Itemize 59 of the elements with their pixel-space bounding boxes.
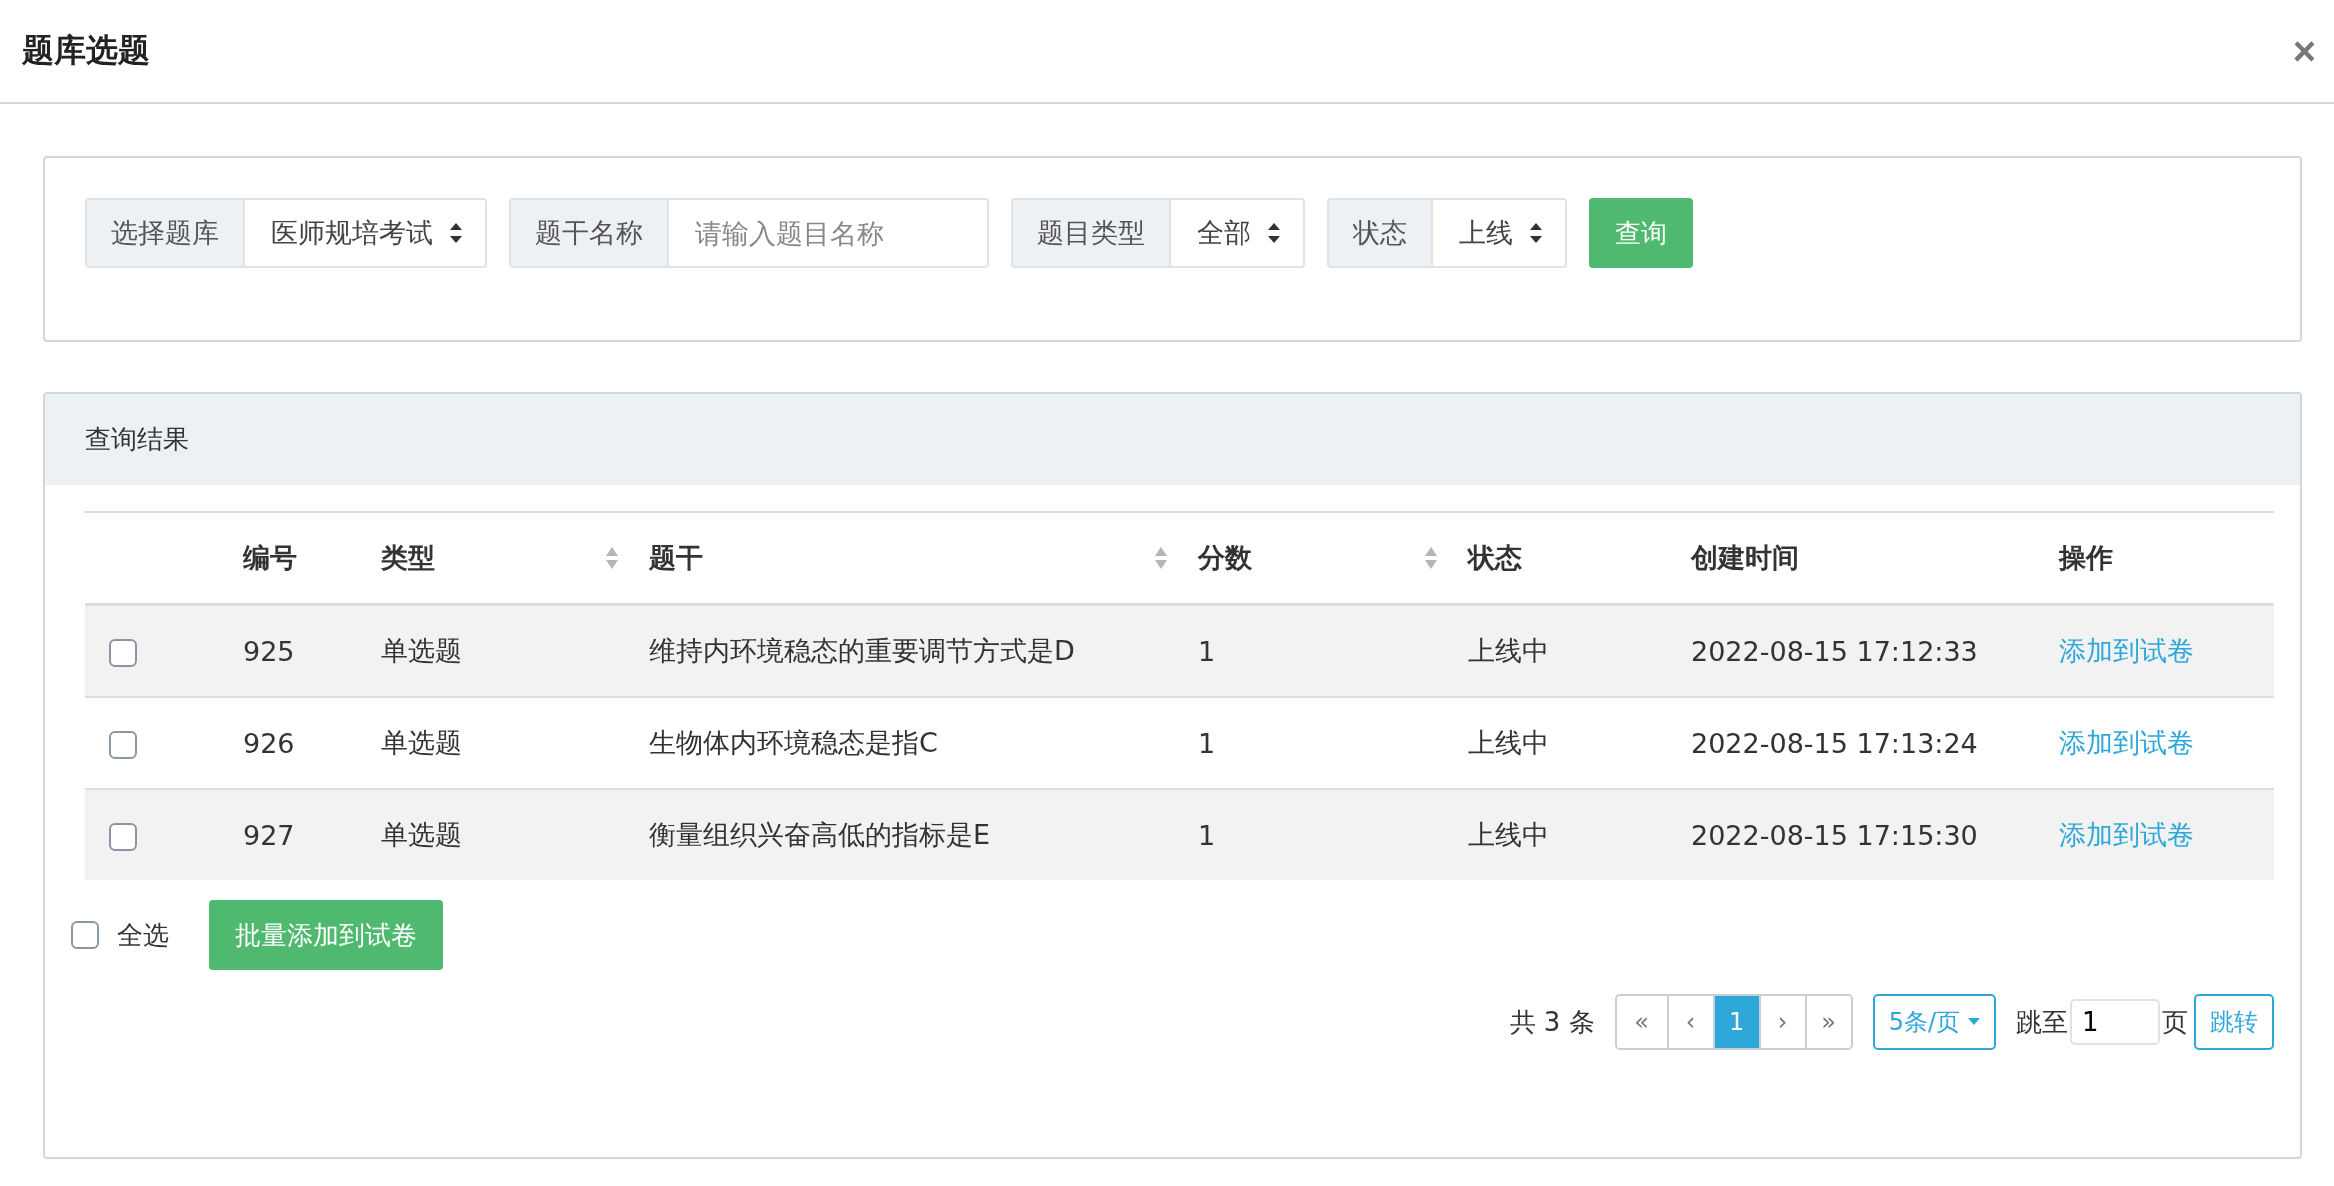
select-all-checkbox[interactable] xyxy=(71,921,99,949)
table-cell: 927 xyxy=(243,819,295,851)
close-button[interactable]: × xyxy=(2292,31,2316,71)
sort-caret-icon xyxy=(449,222,463,244)
column-header: 操作 xyxy=(2059,541,2113,575)
sort-icon[interactable] xyxy=(1424,546,1438,570)
column-header: 创建时间 xyxy=(1691,541,1799,575)
table-cell: 1 xyxy=(1198,819,1216,851)
sort-icon[interactable] xyxy=(605,546,619,570)
jump-button[interactable]: 跳转 xyxy=(2194,994,2274,1050)
table-cell: 1 xyxy=(1198,727,1216,759)
row-checkbox[interactable] xyxy=(109,822,137,851)
query-button[interactable]: 查询 xyxy=(1589,198,1693,268)
caret-icon xyxy=(1968,1018,1980,1026)
table-cell: 单选题 xyxy=(381,635,462,666)
select-field[interactable]: 全部 xyxy=(1171,198,1305,268)
page-input[interactable]: 1 xyxy=(2070,999,2160,1045)
column-header[interactable]: 分数 xyxy=(1198,540,1252,576)
column-header: 状态 xyxy=(1468,541,1522,575)
table-cell: 生物体内环境稳态是指C xyxy=(649,727,938,758)
batch-add-button[interactable]: 批量添加到试卷 xyxy=(209,900,443,970)
table-cell: 925 xyxy=(243,635,295,667)
table-cell: 926 xyxy=(243,727,295,759)
table-cell: 单选题 xyxy=(381,727,462,758)
input-field[interactable]: 请输入题目名称 xyxy=(669,198,989,268)
table-cell: 衡量组织兴奋高低的指标是E xyxy=(649,819,991,850)
sort-caret-icon xyxy=(1529,222,1543,244)
page-button[interactable]: » xyxy=(1804,996,1851,1048)
panel-title: 查询结果 xyxy=(85,423,189,456)
column-header: 编号 xyxy=(243,541,297,575)
total-count: 共 3 条 xyxy=(1509,1005,1595,1039)
column-header[interactable]: 类型 xyxy=(381,540,435,576)
select-all-label: 全选 xyxy=(117,918,169,952)
dialog-title: 题库选题 xyxy=(22,30,150,71)
sort-caret-icon xyxy=(1267,222,1281,244)
page-button[interactable]: 1 xyxy=(1712,996,1759,1048)
add-to-paper-link[interactable]: 添加到试卷 xyxy=(2059,727,2194,758)
table-cell: 上线中 xyxy=(1468,635,1549,666)
table-cell: 2022-08-15 17:12:33 xyxy=(1691,635,1978,667)
table-cell: 维持内环境稳态的重要调节方式是D xyxy=(649,635,1075,666)
row-checkbox[interactable] xyxy=(109,730,137,759)
select-field[interactable]: 上线 xyxy=(1433,198,1567,268)
column-header[interactable]: 题干 xyxy=(649,540,703,576)
table-cell: 1 xyxy=(1198,635,1216,667)
page-unit: 页 xyxy=(2162,1005,2188,1039)
table-cell: 2022-08-15 17:15:30 xyxy=(1691,819,1978,851)
table-cell: 2022-08-15 17:13:24 xyxy=(1691,727,1978,759)
table-cell: 上线中 xyxy=(1468,727,1549,758)
table-cell: 单选题 xyxy=(381,819,462,850)
filter-label: 题干名称 xyxy=(509,198,669,268)
page-size-dropdown[interactable]: 5条/页 xyxy=(1872,994,1996,1050)
select-field[interactable]: 医师规培考试 xyxy=(245,198,487,268)
filter-label: 题目类型 xyxy=(1011,198,1171,268)
filter-label: 选择题库 xyxy=(85,198,245,268)
table-cell: 上线中 xyxy=(1468,819,1549,850)
filter-label: 状态 xyxy=(1327,198,1433,268)
row-checkbox[interactable] xyxy=(109,638,137,667)
jump-label: 跳至 xyxy=(2016,1005,2068,1039)
sort-icon[interactable] xyxy=(1154,546,1168,570)
